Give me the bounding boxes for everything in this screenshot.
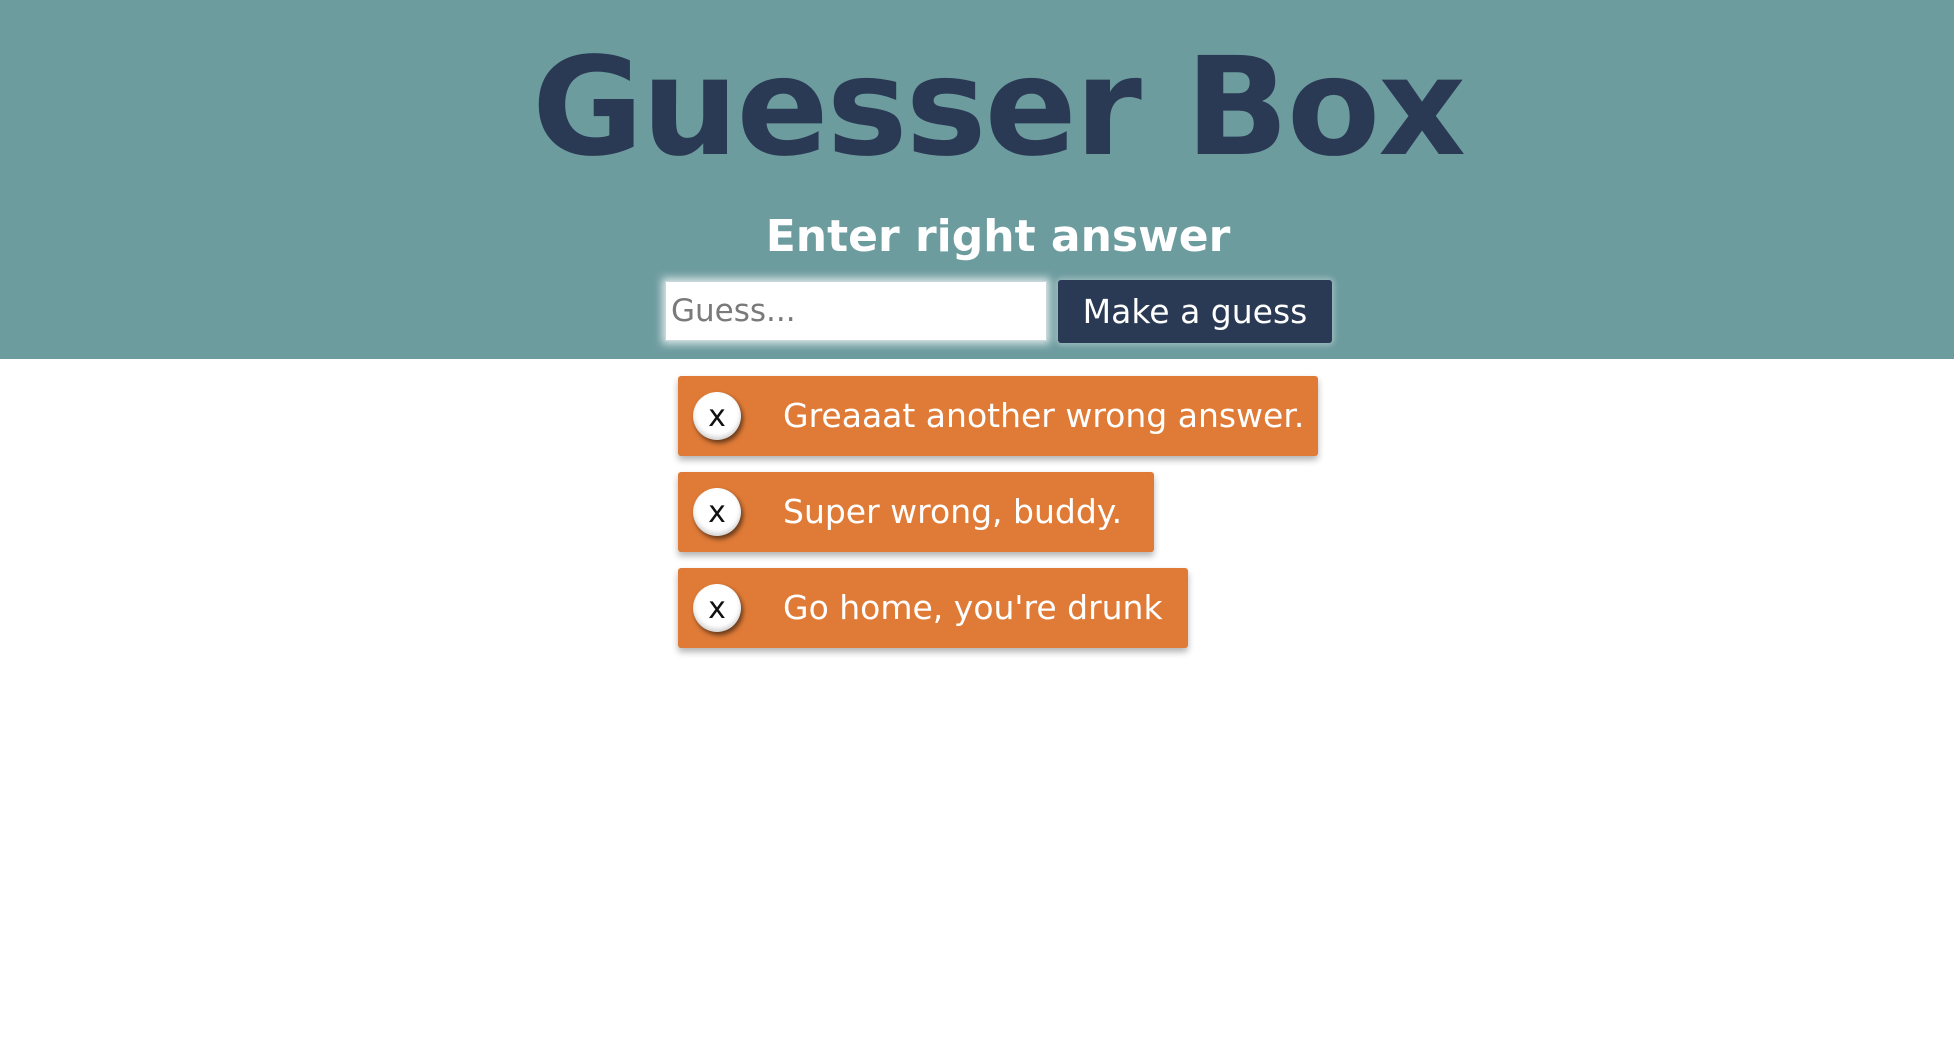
close-icon: x [708, 495, 726, 530]
header: Guesser Box Enter right answer Make a gu… [0, 0, 1954, 359]
message-item: x Greaaat another wrong answer. [678, 376, 1318, 456]
dismiss-button[interactable]: x [693, 488, 741, 536]
close-icon: x [708, 399, 726, 434]
message-item: x Super wrong, buddy. [678, 472, 1154, 552]
message-text: Super wrong, buddy. [783, 492, 1123, 531]
dismiss-button[interactable]: x [693, 392, 741, 440]
message-item: x Go home, you're drunk [678, 568, 1188, 648]
close-icon: x [708, 591, 726, 626]
guess-input[interactable] [665, 281, 1047, 341]
dismiss-button[interactable]: x [693, 584, 741, 632]
message-text: Go home, you're drunk [783, 588, 1163, 627]
make-guess-button[interactable]: Make a guess [1058, 280, 1332, 343]
prompt-heading: Enter right answer [765, 211, 1231, 262]
message-text: Greaaat another wrong answer. [783, 396, 1305, 435]
app-title: Guesser Box [531, 29, 1466, 187]
